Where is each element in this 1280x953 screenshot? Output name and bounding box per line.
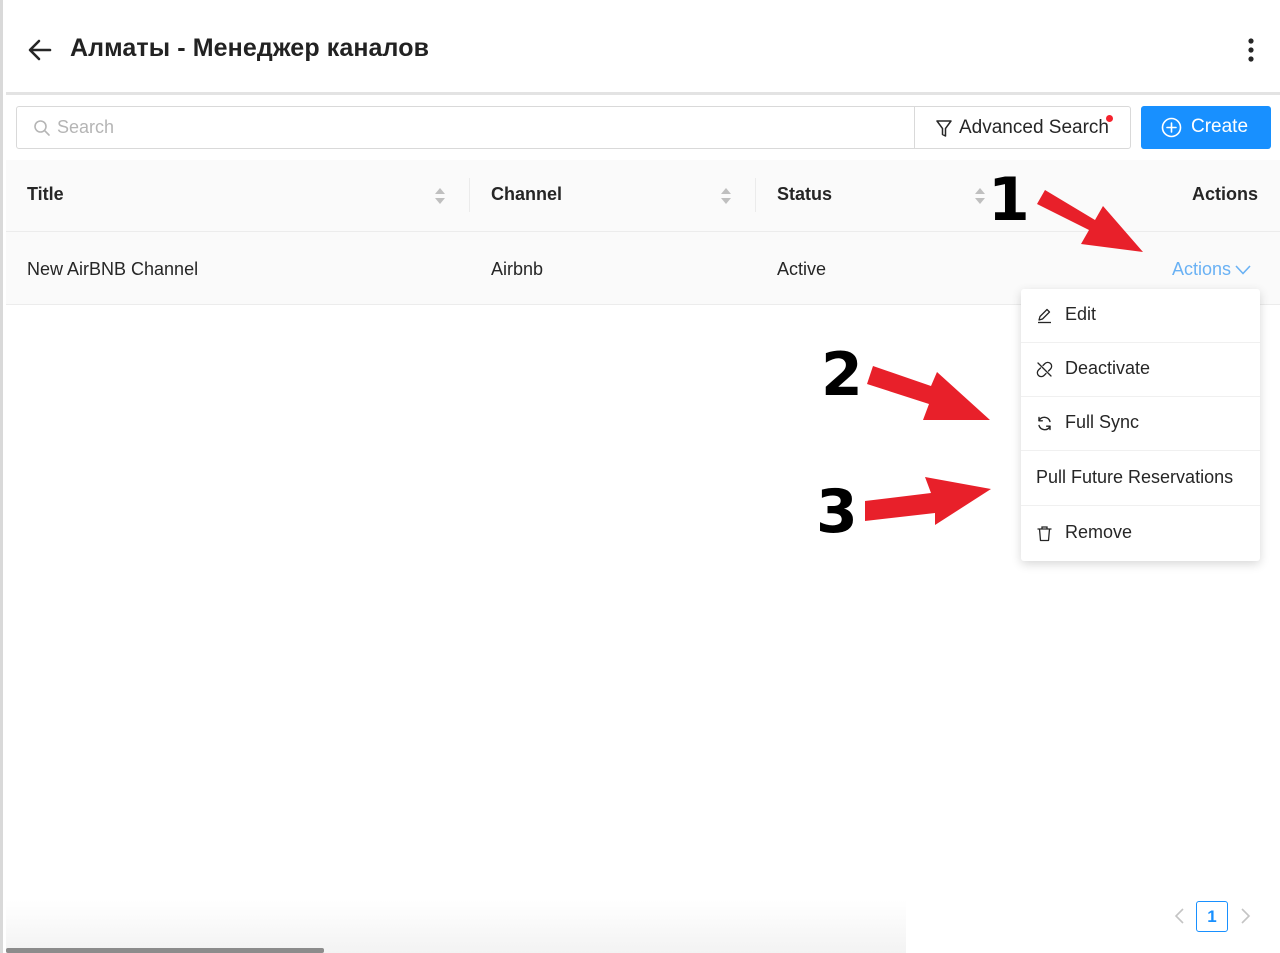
arrow-left-icon [28, 39, 52, 61]
column-divider [755, 178, 756, 212]
back-button[interactable] [24, 34, 56, 66]
edit-icon [1038, 308, 1051, 324]
column-header-channel: Channel [491, 184, 563, 204]
annotation-number-1: 1 [988, 165, 1030, 235]
trash-icon [1037, 526, 1052, 542]
column-divider [469, 178, 470, 212]
menu-item-edit[interactable]: Edit [1021, 289, 1260, 343]
search-input[interactable] [57, 108, 897, 147]
menu-item-deactivate[interactable]: Deactivate [1021, 343, 1260, 397]
menu-item-remove[interactable]: Remove [1021, 507, 1260, 561]
create-label: Create [1191, 116, 1249, 137]
menu-item-full-sync[interactable]: Full Sync [1021, 397, 1260, 451]
annotation-number-2: 2 [821, 340, 863, 410]
annotation-number-3: 3 [816, 477, 858, 547]
unlink-icon [1036, 361, 1053, 378]
menu-item-label: Full Sync [1065, 412, 1140, 432]
actions-label: Actions [1172, 259, 1232, 279]
search-box [16, 106, 916, 149]
sort-icon[interactable] [720, 186, 732, 206]
plus-circle-icon [1161, 117, 1182, 138]
menu-item-label: Remove [1065, 522, 1133, 542]
advanced-search-label: Advanced Search [959, 117, 1109, 138]
column-header-actions: Actions [1192, 184, 1259, 204]
sort-icon[interactable] [974, 186, 986, 206]
pagination-page[interactable]: 1 [1196, 901, 1228, 932]
app-frame: Алматы - Менеджер каналов Advanced Searc… [0, 0, 1280, 953]
sync-icon [1038, 416, 1051, 431]
menu-item-pull-future-reservations[interactable]: Pull Future Reservations [1021, 452, 1260, 506]
column-header-status: Status [777, 184, 833, 204]
chevron-down-icon [1235, 265, 1251, 275]
create-button[interactable]: Create [1141, 106, 1271, 149]
cell-status: Active [777, 259, 827, 279]
menu-item-label: Edit [1065, 304, 1097, 324]
menu-item-label: Pull Future Reservations [1036, 467, 1234, 487]
page-title: Алматы - Менеджер каналов [70, 34, 430, 62]
column-header-title: Title [27, 184, 64, 204]
filter-active-badge [1106, 115, 1113, 122]
search-icon [34, 120, 50, 136]
actions-menu: Edit Deactivate Full Sync Pull Future Re… [1021, 289, 1260, 561]
scroll-shadow [6, 900, 906, 953]
annotation-arrow-2 [867, 366, 990, 420]
cell-channel: Airbnb [491, 259, 544, 279]
horizontal-scrollbar[interactable] [6, 948, 324, 953]
filter-icon [936, 120, 952, 137]
page-header: Алматы - Менеджер каналов [6, 0, 1280, 95]
annotation-arrow-1 [1037, 190, 1143, 252]
menu-item-label: Deactivate [1065, 358, 1151, 378]
sort-icon[interactable] [434, 186, 446, 206]
pagination-prev-icon[interactable] [1173, 907, 1187, 925]
cell-title: New AirBNB Channel [27, 259, 199, 279]
pagination-next-icon[interactable] [1238, 907, 1252, 925]
annotation-arrow-3 [865, 477, 991, 525]
advanced-search-button[interactable]: Advanced Search [914, 106, 1131, 149]
actions-dropdown-trigger[interactable]: Actions [1172, 259, 1251, 280]
more-options-button[interactable] [1239, 36, 1263, 64]
more-vertical-icon [1248, 38, 1254, 62]
